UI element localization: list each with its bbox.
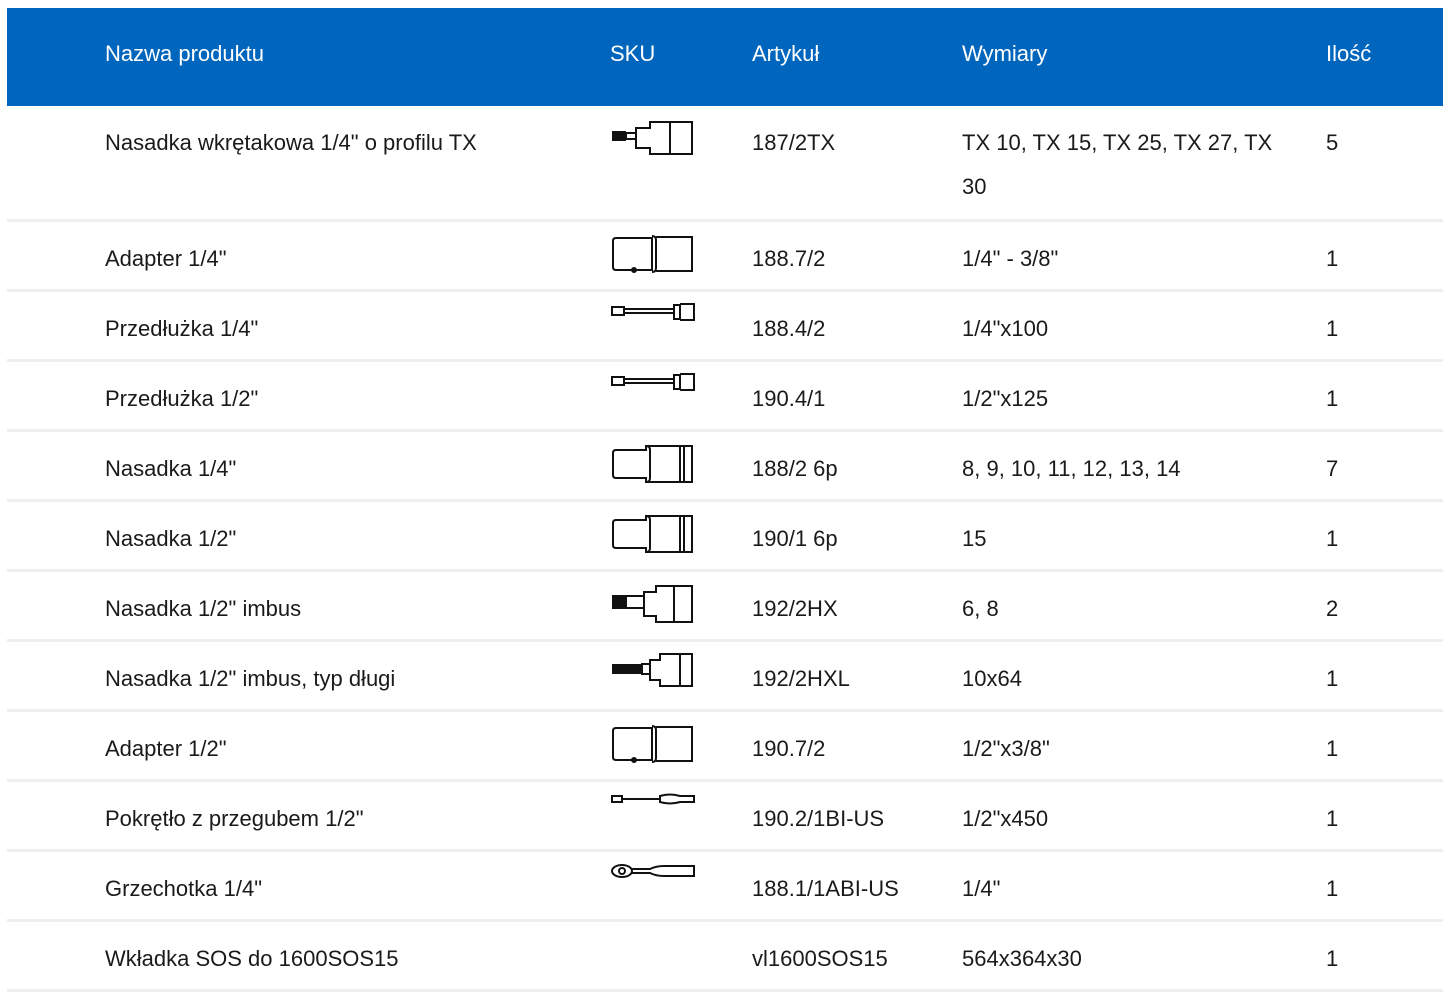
article-number: 190/1 6p — [752, 526, 838, 551]
adapter-icon — [610, 722, 696, 766]
dimensions: TX 10, TX 15, TX 25, TX 27, TX 30 — [962, 130, 1273, 199]
table-row: Wkładka SOS do 1600SOS15 vl1600SOS15 564x3… — [7, 922, 1443, 992]
article-number: 188.1/1ABI-US — [752, 876, 899, 901]
table-row: Grzechotka 1/4" 188.1/1ABI-US 1/4" 1 — [7, 852, 1443, 922]
article-number: 188/2 6p — [752, 456, 838, 481]
article-number: vl1600SOS15 — [752, 946, 888, 971]
quantity: 1 — [1326, 316, 1339, 341]
product-name: Wkładka SOS do 1600SOS15 — [105, 946, 399, 971]
product-table: Nazwa produktu SKU Artykuł Wymiary Ilość… — [7, 8, 1443, 992]
quantity: 5 — [1326, 130, 1339, 155]
table-row: Nasadka 1/2" imbus, typ długi 192/2HXL 10x… — [7, 642, 1443, 712]
table-body: Nasadka wkrętakowa 1/4" o profilu TX 187/… — [7, 106, 1443, 992]
breaker-bar-icon — [610, 792, 696, 808]
article-number: 188.7/2 — [752, 246, 826, 271]
quantity: 2 — [1326, 596, 1339, 621]
header-dimensions: Wymiary — [962, 41, 1048, 66]
dimensions: 10x64 — [962, 666, 1022, 691]
table-row: Przedłużka 1/4" 188.4/2 1/4"x100 1 — [7, 292, 1443, 362]
product-name: Nasadka 1/2" imbus — [105, 596, 302, 621]
dimensions: 1/4" - 3/8" — [962, 246, 1059, 271]
header-product-name: Nazwa produktu — [105, 41, 264, 66]
dimensions: 1/2"x125 — [962, 386, 1049, 411]
quantity: 1 — [1326, 876, 1339, 901]
article-number: 188.4/2 — [752, 316, 826, 341]
product-name: Grzechotka 1/4" — [105, 876, 262, 901]
table-row: Nasadka wkrętakowa 1/4" o profilu TX 187/… — [7, 106, 1443, 222]
tx-bit-socket-icon — [610, 116, 696, 160]
extension-bar-icon — [610, 372, 696, 396]
quantity: 1 — [1326, 736, 1339, 761]
adapter-icon — [610, 232, 696, 276]
quantity: 7 — [1326, 456, 1339, 481]
article-number: 192/2HXL — [752, 666, 850, 691]
quantity: 1 — [1326, 246, 1339, 271]
table-row: Przedłużka 1/2" 190.4/1 1/2"x125 1 — [7, 362, 1443, 432]
dimensions: 15 — [962, 526, 987, 551]
article-number: 190.4/1 — [752, 386, 826, 411]
dimensions: 564x364x30 — [962, 946, 1082, 971]
table-row: Pokrętło z przegubem 1/2" 190.2/1BI-US 1/2… — [7, 782, 1443, 852]
dimensions: 1/2"x450 — [962, 806, 1049, 831]
socket-icon — [610, 442, 696, 486]
product-name: Przedłużka 1/2" — [105, 386, 259, 411]
dimensions: 1/4" — [962, 876, 1001, 901]
product-name: Pokrętło z przegubem 1/2" — [105, 806, 364, 831]
table-row: Adapter 1/2" 190.7/2 1/2"x3/8" 1 — [7, 712, 1443, 782]
product-name: Nasadka wkrętakowa 1/4" o profilu TX — [105, 130, 477, 155]
quantity: 1 — [1326, 806, 1339, 831]
article-number: 192/2HX — [752, 596, 838, 621]
product-name: Nasadka 1/2" — [105, 526, 237, 551]
socket-icon — [610, 512, 696, 556]
hex-bit-socket-icon — [610, 582, 696, 626]
table-row: Nasadka 1/4" 188/2 6p 8, 9, 10, 11, 12, 13… — [7, 432, 1443, 502]
long-hex-bit-socket-icon — [610, 652, 696, 688]
product-name: Adapter 1/2" — [105, 736, 227, 761]
table-row: Nasadka 1/2" 190/1 6p 15 1 — [7, 502, 1443, 572]
article-number: 190.2/1BI-US — [752, 806, 885, 831]
article-number: 190.7/2 — [752, 736, 826, 761]
header-article: Artykuł — [752, 41, 820, 66]
table-row: Adapter 1/4" 188.7/2 1/4" - 3/8" 1 — [7, 222, 1443, 292]
dimensions: 1/2"x3/8" — [962, 736, 1050, 761]
header-sku: SKU — [610, 41, 656, 66]
product-name: Adapter 1/4" — [105, 246, 227, 271]
quantity: 1 — [1326, 386, 1339, 411]
product-name: Przedłużka 1/4" — [105, 316, 259, 341]
dimensions: 6, 8 — [962, 596, 999, 621]
table-row: Nasadka 1/2" imbus 192/2HX 6, 8 2 — [7, 572, 1443, 642]
quantity: 1 — [1326, 946, 1339, 971]
quantity: 1 — [1326, 526, 1339, 551]
article-number: 187/2TX — [752, 130, 836, 155]
ratchet-icon — [610, 862, 696, 884]
product-name: Nasadka 1/4" — [105, 456, 237, 481]
dimensions: 1/4"x100 — [962, 316, 1049, 341]
extension-bar-icon — [610, 302, 696, 326]
table-header: Nazwa produktu SKU Artykuł Wymiary Ilość — [7, 8, 1443, 106]
quantity: 1 — [1326, 666, 1339, 691]
dimensions: 8, 9, 10, 11, 12, 13, 14 — [962, 456, 1181, 481]
header-quantity: Ilość — [1326, 41, 1372, 66]
product-name: Nasadka 1/2" imbus, typ długi — [105, 666, 396, 691]
